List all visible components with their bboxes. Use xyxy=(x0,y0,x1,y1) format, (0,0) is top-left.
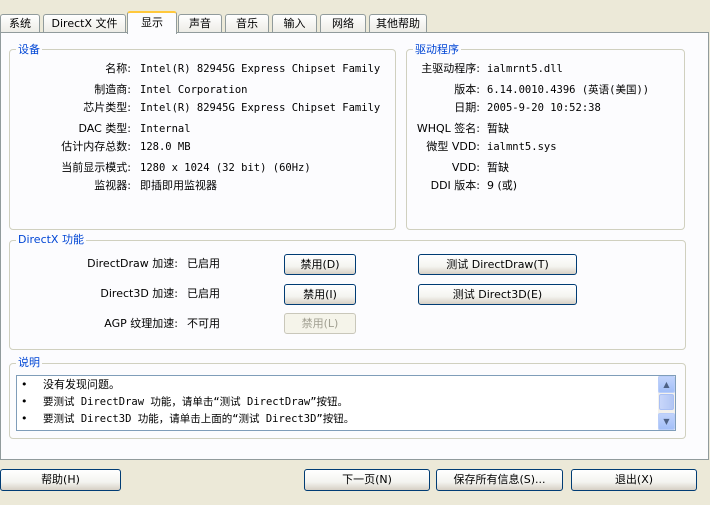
note-line: • 要测试 Direct3D 功能，请单击上面的“测试 Direct3D”按钮。 xyxy=(21,412,355,425)
driver-date-label: 日期: xyxy=(454,101,480,114)
tab-more-help[interactable]: 其他帮助 xyxy=(369,14,427,33)
directdraw-accel-label: DirectDraw 加速: xyxy=(87,257,178,270)
tab-system[interactable]: 系统 xyxy=(0,14,40,33)
driver-whql-value: 暂缺 xyxy=(487,122,509,135)
driver-vdd-value: 暂缺 xyxy=(487,161,509,174)
tab-input[interactable]: 输入 xyxy=(272,14,317,33)
scroll-down-icon[interactable]: ▼ xyxy=(658,413,675,430)
tab-music[interactable]: 音乐 xyxy=(225,14,269,33)
driver-vdd-label: VDD: xyxy=(451,161,480,174)
direct3d-accel-status: 已启用 xyxy=(187,287,220,300)
directx-features-title: DirectX 功能 xyxy=(16,233,86,247)
device-chip-type-label: 芯片类型: xyxy=(83,101,131,114)
disable-direct3d-button[interactable]: 禁用(I) xyxy=(284,284,356,305)
exit-button[interactable]: 退出(X) xyxy=(571,469,697,491)
disable-agp-button[interactable]: 禁用(L) xyxy=(284,313,356,334)
driver-group-title: 驱动程序 xyxy=(413,43,461,57)
device-memory-value: 128.0 MB xyxy=(140,141,191,153)
bullet-icon: • xyxy=(21,412,28,425)
device-name-label: 名称: xyxy=(105,62,131,75)
help-button[interactable]: 帮助(H) xyxy=(0,469,121,491)
device-manufacturer-value: Intel Corporation xyxy=(140,84,248,96)
tab-directx-files[interactable]: DirectX 文件 xyxy=(43,14,126,33)
driver-ddi-version-label: DDI 版本: xyxy=(430,179,480,192)
driver-mini-vdd-label: 微型 VDD: xyxy=(426,140,480,153)
device-monitor-label: 监视器: xyxy=(94,179,131,192)
agp-texture-accel-status: 不可用 xyxy=(187,317,220,330)
tab-sound[interactable]: 声音 xyxy=(178,14,222,33)
driver-version-label: 版本: xyxy=(454,83,480,96)
device-display-mode-label: 当前显示模式: xyxy=(61,161,131,174)
test-directdraw-button[interactable]: 测试 DirectDraw(T) xyxy=(418,254,577,275)
driver-whql-label: WHQL 签名: xyxy=(416,122,480,135)
device-name-value: Intel(R) 82945G Express Chipset Family xyxy=(140,63,381,75)
tab-network[interactable]: 网络 xyxy=(320,14,366,33)
next-page-button[interactable]: 下一页(N) xyxy=(304,469,430,491)
tab-strip: 系统 DirectX 文件 显示 声音 音乐 输入 网络 其他帮助 xyxy=(0,0,710,34)
notes-scrollbar[interactable]: ▲ ▼ xyxy=(658,376,675,430)
driver-mini-vdd-value: ialmnt5.sys xyxy=(487,141,557,153)
driver-main-value: ialmrnt5.dll xyxy=(487,63,563,75)
save-all-info-button[interactable]: 保存所有信息(S)... xyxy=(436,469,563,491)
device-display-mode-value: 1280 x 1024 (32 bit) (60Hz) xyxy=(140,162,311,174)
agp-texture-accel-label: AGP 纹理加速: xyxy=(104,317,178,330)
notes-title: 说明 xyxy=(16,356,42,370)
test-direct3d-button[interactable]: 测试 Direct3D(E) xyxy=(418,284,577,305)
note-line: • 没有发现问题。 xyxy=(21,378,120,391)
device-dac-type-value: Internal xyxy=(140,123,191,135)
driver-ddi-version-value: 9 (或) xyxy=(487,179,518,192)
note-line: • 要测试 DirectDraw 功能，请单击“测试 DirectDraw”按钮。 xyxy=(21,395,349,408)
notes-textbox[interactable]: • 没有发现问题。 • 要测试 DirectDraw 功能，请单击“测试 Direc… xyxy=(16,375,676,431)
driver-version-value: 6.14.0010.4396 (英语(美国)) xyxy=(487,84,650,96)
tab-display[interactable]: 显示 xyxy=(127,11,177,34)
direct3d-accel-label: Direct3D 加速: xyxy=(100,287,178,300)
driver-date-value: 2005-9-20 10:52:38 xyxy=(487,102,601,114)
device-dac-type-label: DAC 类型: xyxy=(78,122,132,135)
device-memory-label: 估计内存总数: xyxy=(61,140,131,153)
device-group-title: 设备 xyxy=(16,43,42,57)
scroll-up-icon[interactable]: ▲ xyxy=(658,376,675,393)
device-chip-type-value: Intel(R) 82945G Express Chipset Family xyxy=(140,102,381,114)
disable-directdraw-button[interactable]: 禁用(D) xyxy=(284,254,356,275)
device-manufacturer-label: 制造商: xyxy=(94,83,131,96)
bullet-icon: • xyxy=(21,378,28,391)
driver-main-label: 主驱动程序: xyxy=(421,62,480,75)
scroll-thumb[interactable] xyxy=(659,394,674,410)
bullet-icon: • xyxy=(21,395,28,408)
device-monitor-value: 即插即用监视器 xyxy=(140,179,217,192)
directdraw-accel-status: 已启用 xyxy=(187,257,220,270)
